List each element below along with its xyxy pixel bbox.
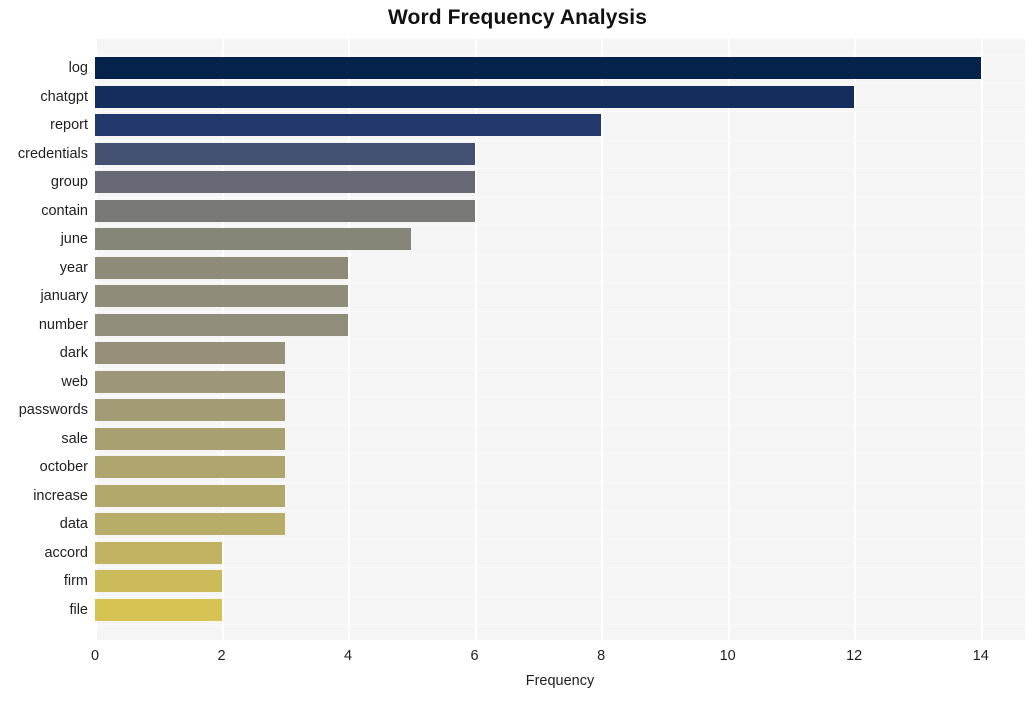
y-axis-tick-label: credentials <box>17 145 88 162</box>
y-axis-tick-label: web <box>61 373 88 390</box>
y-axis-tick-label: firm <box>63 573 88 589</box>
y-axis-tick-label: contain <box>41 202 88 219</box>
bar <box>95 142 475 165</box>
horizontal-gridline <box>95 225 1025 226</box>
y-axis-tick-label: sale <box>61 430 88 447</box>
x-axis-tick-label: 8 <box>597 648 606 664</box>
y-axis-tick-label: october <box>39 459 88 475</box>
bar <box>95 199 475 222</box>
bar <box>95 484 285 507</box>
bar <box>95 598 222 621</box>
x-axis-tick-label: 14 <box>972 648 989 664</box>
y-axis-tick-label: file <box>69 601 88 618</box>
horizontal-gridline <box>95 481 1025 483</box>
vertical-gridline <box>854 39 857 640</box>
bar <box>95 114 602 136</box>
y-axis-tick-label: report <box>50 117 88 133</box>
word-frequency-chart: Word Frequency Analysis log chatgpt report… <box>0 0 1035 701</box>
vertical-gridline <box>727 39 730 640</box>
y-axis-tick-label: group <box>50 174 88 190</box>
x-axis-tick-labels: 0 2 4 6 8 10 12 14 <box>0 640 1035 670</box>
vertical-gridline <box>980 39 983 640</box>
bar <box>95 370 285 393</box>
horizontal-gridline <box>95 196 1025 198</box>
bar <box>95 85 855 108</box>
bar <box>95 399 285 421</box>
horizontal-gridline <box>95 510 1025 511</box>
y-axis-tick-label: accord <box>44 544 88 561</box>
bar <box>95 171 475 193</box>
horizontal-gridline <box>95 111 1025 112</box>
bar <box>95 342 285 364</box>
plot-area <box>95 39 1025 640</box>
y-axis-tick-label: january <box>40 288 88 304</box>
horizontal-gridline <box>95 339 1025 340</box>
x-axis-tick-label: 10 <box>719 648 736 664</box>
x-axis-tick-label: 6 <box>470 648 479 664</box>
horizontal-gridline <box>95 396 1025 397</box>
horizontal-gridline <box>95 139 1025 141</box>
bar <box>95 541 222 564</box>
x-axis-tick-label: 4 <box>344 648 353 664</box>
horizontal-gridline <box>95 282 1025 283</box>
bar <box>95 228 412 250</box>
horizontal-gridline <box>95 538 1025 540</box>
horizontal-gridline <box>95 82 1025 84</box>
x-axis-tick-label: 2 <box>217 648 226 664</box>
bar <box>95 570 222 592</box>
y-axis-tick-label: june <box>60 231 88 247</box>
horizontal-gridline <box>95 168 1025 169</box>
y-axis-tick-labels: log chatgpt report credentials group contain j… <box>0 39 88 640</box>
x-axis-tick-label: 0 <box>90 648 100 664</box>
x-axis-tick-label: 12 <box>846 648 863 664</box>
vertical-gridline <box>601 39 604 640</box>
horizontal-gridline <box>95 424 1025 426</box>
y-axis-tick-label: passwords <box>18 402 88 418</box>
y-axis-tick-label: dark <box>59 345 88 361</box>
y-axis-tick-label: year <box>59 259 88 276</box>
y-axis-tick-label: log <box>68 60 88 76</box>
horizontal-gridline <box>95 567 1025 568</box>
x-axis-title: Frequency <box>525 673 595 689</box>
horizontal-gridline <box>95 453 1025 454</box>
bar <box>95 285 349 307</box>
bar <box>95 513 285 535</box>
horizontal-gridline <box>95 54 1025 55</box>
bar <box>95 313 349 336</box>
bar <box>95 456 285 478</box>
bar <box>95 427 285 450</box>
y-axis-tick-label: data <box>59 516 88 532</box>
y-axis-tick-label: number <box>38 316 88 333</box>
page-title: Word Frequency Analysis <box>387 6 648 29</box>
horizontal-gridline <box>95 624 1025 625</box>
horizontal-gridline <box>95 595 1025 597</box>
bar <box>95 256 349 279</box>
y-axis-tick-label: chatgpt <box>40 88 88 105</box>
horizontal-gridline <box>95 310 1025 312</box>
horizontal-gridline <box>95 253 1025 255</box>
horizontal-gridline <box>95 367 1025 369</box>
y-axis-tick-label: increase <box>33 487 88 504</box>
bar <box>95 57 981 79</box>
